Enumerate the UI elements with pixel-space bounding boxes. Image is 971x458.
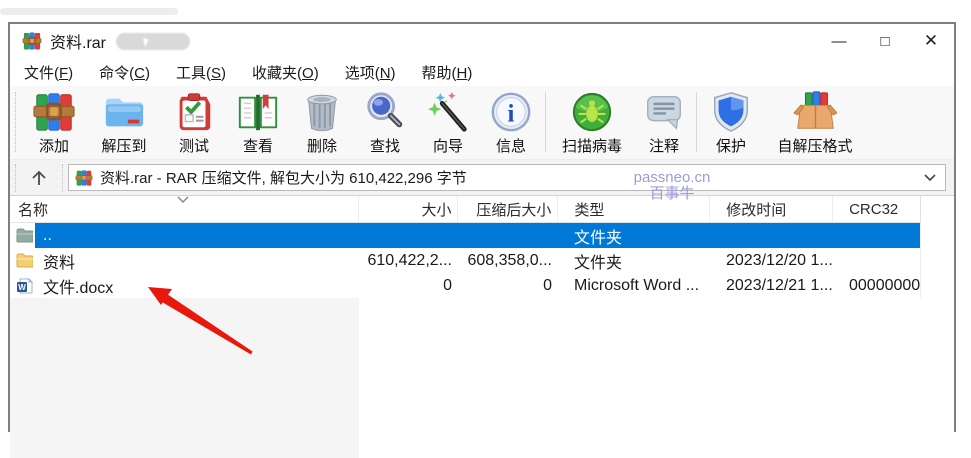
- word-doc-icon: W: [10, 273, 35, 298]
- file-list: .. 文件夹 资料 610,422,2... 608,358,0... 文件夹: [10, 223, 921, 298]
- extract-to-button[interactable]: 解压到: [86, 89, 162, 156]
- redacted-text-blob: [116, 32, 191, 50]
- column-header-crc32[interactable]: CRC32: [833, 196, 920, 222]
- maximize-button[interactable]: □: [862, 24, 908, 58]
- delete-icon: [299, 89, 345, 135]
- find-icon: [362, 89, 408, 135]
- test-icon: [171, 89, 217, 135]
- file-name: 文件.docx: [43, 279, 114, 297]
- winrar-window: 资料.rar — □ ✕ 文件(F) 命令(C) 工具(S) 收藏夹(O) 选项…: [8, 22, 956, 458]
- file-list-empty-area[interactable]: [10, 298, 954, 458]
- column-header-modified[interactable]: 修改时间: [710, 196, 834, 222]
- view-icon: [235, 89, 281, 135]
- menu-options[interactable]: 选项(N): [345, 62, 396, 83]
- file-type: 文件夹: [574, 254, 623, 272]
- file-list-empty-area-left: [10, 298, 359, 458]
- menu-favorites[interactable]: 收藏夹(O): [252, 62, 319, 83]
- menu-help[interactable]: 帮助(H): [422, 62, 473, 83]
- file-modified: 2023/12/20 1...: [726, 251, 833, 269]
- chevron-down-icon[interactable]: [923, 173, 937, 183]
- menu-file[interactable]: 文件(F): [24, 62, 73, 83]
- find-button[interactable]: 查找: [354, 89, 416, 156]
- svg-text:W: W: [18, 283, 26, 292]
- toolbar-separator: [545, 92, 546, 152]
- sort-ascending-icon: [177, 196, 189, 204]
- folder-icon: [10, 248, 35, 273]
- window-controls: — □ ✕: [816, 24, 954, 58]
- file-packed-size: 608,358,0...: [467, 251, 552, 269]
- winrar-app-icon: [22, 32, 42, 50]
- title-bar: 资料.rar — □ ✕: [10, 24, 954, 58]
- delete-button[interactable]: 删除: [290, 89, 354, 156]
- folder-up-icon: [10, 223, 35, 248]
- toolbar-separator: [696, 92, 697, 152]
- wizard-icon: [425, 89, 471, 135]
- table-row-parent-dir[interactable]: .. 文件夹: [10, 223, 920, 248]
- wizard-button[interactable]: 向导: [416, 89, 480, 156]
- extract-to-icon: [101, 89, 147, 135]
- close-button[interactable]: ✕: [908, 24, 954, 58]
- file-name: 资料: [43, 254, 76, 272]
- toolbar-grip: [62, 163, 63, 192]
- view-button[interactable]: 查看: [226, 89, 290, 156]
- winrar-add-icon: [31, 89, 77, 135]
- comment-button[interactable]: 注释: [635, 89, 693, 156]
- sfx-icon: [792, 89, 838, 135]
- file-type: Microsoft Word ...: [574, 276, 700, 294]
- file-size: 610,422,2...: [367, 251, 452, 269]
- virus-scan-icon: [569, 89, 615, 135]
- file-packed-size: 0: [543, 276, 552, 294]
- minimize-button[interactable]: —: [816, 24, 862, 58]
- sfx-button[interactable]: 自解压格式: [762, 89, 868, 156]
- archive-path-combobox[interactable]: 资料.rar - RAR 压缩文件, 解包大小为 610,422,296 字节: [68, 164, 946, 191]
- background-artifact: [0, 8, 178, 15]
- up-one-level-button[interactable]: [18, 163, 60, 193]
- up-arrow-icon: [32, 170, 46, 185]
- window-title: 资料.rar: [50, 35, 107, 52]
- menu-tools[interactable]: 工具(S): [176, 62, 226, 83]
- cursor-icon: [142, 36, 151, 47]
- file-type: 文件夹: [574, 229, 623, 247]
- info-icon: i: [488, 89, 534, 135]
- svg-text:i: i: [508, 101, 515, 128]
- file-name: ..: [43, 226, 52, 244]
- column-header-type[interactable]: 类型: [558, 196, 711, 222]
- file-list-header: 名称 大小 压缩后大小 类型 修改时间 CRC32: [10, 196, 921, 223]
- menu-bar: 文件(F) 命令(C) 工具(S) 收藏夹(O) 选项(N) 帮助(H): [10, 58, 954, 86]
- file-size: 0: [443, 276, 452, 294]
- comment-icon: [641, 89, 687, 135]
- test-button[interactable]: 测试: [162, 89, 226, 156]
- menu-commands[interactable]: 命令(C): [99, 62, 150, 83]
- virus-scan-button[interactable]: 扫描病毒: [549, 89, 635, 156]
- file-crc32: 00000000: [849, 276, 921, 294]
- add-button[interactable]: 添加: [22, 89, 86, 156]
- file-modified: 2023/12/21 1...: [726, 276, 833, 294]
- protect-button[interactable]: 保护: [700, 89, 762, 156]
- protect-icon: [708, 89, 754, 135]
- column-header-name[interactable]: 名称: [10, 196, 359, 222]
- column-header-size[interactable]: 大小: [359, 196, 459, 222]
- table-row-folder[interactable]: 资料 610,422,2... 608,358,0... 文件夹 2023/12…: [10, 248, 920, 273]
- archive-path-text: 资料.rar - RAR 压缩文件, 解包大小为 610,422,296 字节: [100, 170, 467, 187]
- rar-archive-icon: [75, 169, 93, 186]
- toolbar: 添加 解压到 测试 查看 删除 查找 向导 i 信息 扫描病毒 注释 保护 自解…: [10, 86, 954, 160]
- table-row-docx[interactable]: W 文件.docx 0 0 Microsoft Word ... 2023/12…: [10, 273, 920, 298]
- column-header-packed[interactable]: 压缩后大小: [458, 196, 559, 222]
- info-button[interactable]: i 信息: [480, 89, 542, 156]
- address-bar: 资料.rar - RAR 压缩文件, 解包大小为 610,422,296 字节 …: [10, 160, 954, 202]
